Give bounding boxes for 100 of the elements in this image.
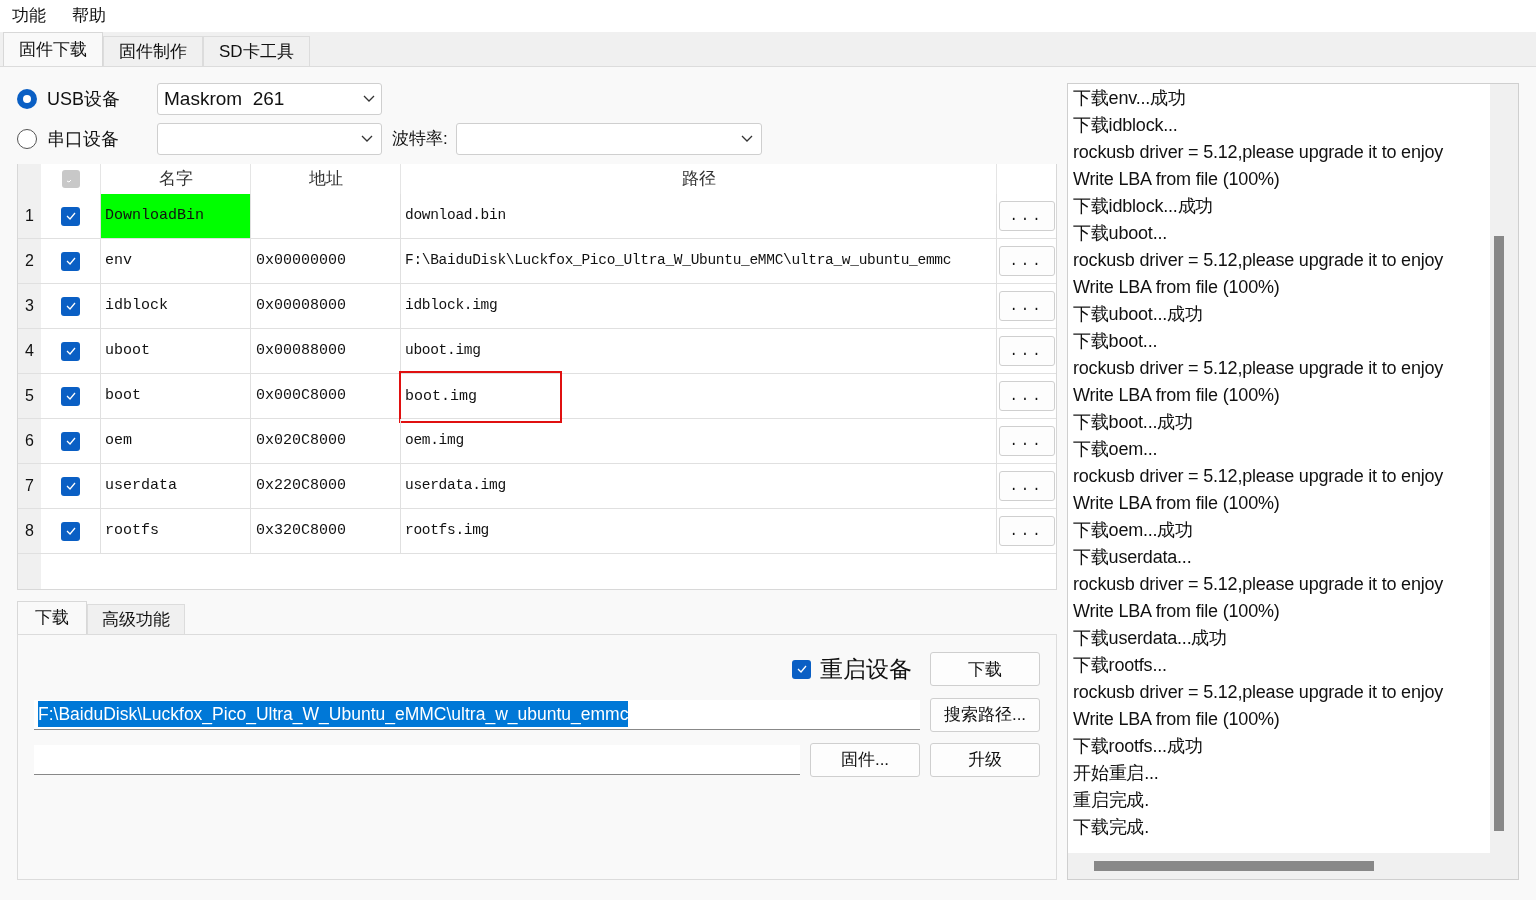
log-line: rockusb driver = 5.12,please upgrade it to enjoy	[1073, 141, 1445, 164]
row-number: 7	[18, 464, 41, 508]
checkmark-icon	[65, 527, 76, 535]
scrollbar-thumb[interactable]	[1094, 861, 1374, 871]
checkbox[interactable]	[61, 386, 80, 406]
baud-rate-label: 波特率:	[392, 128, 448, 151]
log-line: rockusb driver = 5.12,please upgrade it to enjoy	[1073, 465, 1445, 488]
row-number: 6	[18, 419, 41, 463]
row-number: 1	[18, 194, 41, 238]
checkbox[interactable]	[61, 206, 80, 226]
table-cell: 0x00000000	[251, 239, 401, 283]
chevron-down-icon	[361, 135, 373, 143]
browse-button[interactable]: ...	[998, 201, 1055, 231]
checkbox[interactable]	[61, 170, 80, 188]
column-header: 路径	[401, 164, 997, 194]
radio-button[interactable]	[17, 89, 37, 109]
browse-button[interactable]: ...	[998, 246, 1055, 276]
row-number: 3	[18, 284, 41, 328]
tab[interactable]: 固件制作	[103, 36, 203, 66]
table-cell-text: download.bin	[405, 206, 506, 226]
table-cell-text: uboot.img	[405, 341, 481, 361]
table-cell-text: userdata.img	[405, 476, 506, 496]
table-cell: 0x020C8000	[251, 419, 401, 463]
browse-button[interactable]: ...	[998, 381, 1055, 411]
log-line: 下载boot...	[1073, 330, 1159, 353]
table-cell: 0x000C8000	[251, 374, 401, 418]
log-line: rockusb driver = 5.12,please upgrade it to enjoy	[1073, 357, 1445, 380]
table-cell-text: idblock.img	[405, 296, 498, 316]
checkbox-label: 重启设备	[820, 655, 912, 684]
table-cell: rootfs	[101, 509, 251, 553]
log-line: 下载idblock...成功	[1073, 195, 1215, 218]
checkmark-icon	[796, 665, 807, 674]
log-line: Write LBA from file (100%)	[1073, 600, 1281, 623]
table-cell: DownloadBin	[101, 194, 251, 238]
log-line: Write LBA from file (100%)	[1073, 492, 1281, 515]
checkmark-icon	[65, 212, 76, 220]
log-line: 下载oem...成功	[1073, 519, 1195, 542]
firmware-button[interactable]: 固件...	[810, 742, 920, 777]
checkbox[interactable]	[61, 251, 80, 271]
table-cell: userdata	[101, 464, 251, 508]
table-cell: 0x00008000	[251, 284, 401, 328]
menu-item[interactable]: 帮助	[72, 3, 106, 29]
log-line: rockusb driver = 5.12,please upgrade it to enjoy	[1073, 573, 1445, 596]
browse-button[interactable]: ...	[998, 336, 1055, 366]
checkbox[interactable]	[61, 521, 80, 541]
browse-button[interactable]: ...	[998, 291, 1055, 321]
tab[interactable]: 高级功能	[87, 604, 185, 634]
checkbox[interactable]	[61, 431, 80, 451]
row-number: 4	[18, 329, 41, 373]
log-line: Write LBA from file (100%)	[1073, 384, 1281, 407]
radio-label: 串口设备	[47, 127, 120, 151]
tab[interactable]: SD卡工具	[203, 36, 310, 66]
menu-item[interactable]: 功能	[12, 3, 46, 29]
table-cell-text: rootfs.img	[405, 521, 489, 541]
table-cell: 0x220C8000	[251, 464, 401, 508]
table-cell: 0x00088000	[251, 329, 401, 373]
log-line: 下载完成.	[1073, 816, 1150, 839]
table-cell: boot.img	[399, 371, 562, 423]
log-line: 下载rootfs...成功	[1073, 735, 1204, 758]
upgrade-button[interactable]: 升级	[930, 742, 1040, 777]
chevron-down-icon	[740, 135, 753, 143]
radio-button[interactable]	[17, 129, 37, 149]
table-cell: idblock	[101, 284, 251, 328]
table-cell: uboot	[101, 329, 251, 373]
checkbox[interactable]	[61, 341, 80, 361]
checkmark-icon	[65, 482, 76, 490]
log-line: Write LBA from file (100%)	[1073, 168, 1281, 191]
table-cell: boot	[101, 374, 251, 418]
log-line: 下载userdata...成功	[1073, 627, 1229, 650]
log-line: rockusb driver = 5.12,please upgrade it to enjoy	[1073, 681, 1445, 704]
tab[interactable]: 下载	[17, 601, 87, 634]
log-line: 下载env...成功	[1073, 87, 1187, 110]
log-line: rockusb driver = 5.12,please upgrade it to enjoy	[1073, 249, 1445, 272]
table-cell-text: F:\BaiduDisk\Luckfox_Pico_Ultra_W_Ubuntu_eMMC\ultra_w_ubuntu_emmc	[405, 251, 952, 271]
browse-button[interactable]: ...	[998, 426, 1055, 456]
checkmark-icon	[65, 257, 76, 265]
table-cell: oem	[101, 419, 251, 463]
row-number: 8	[18, 509, 41, 553]
checkbox[interactable]	[61, 296, 80, 316]
log-line: 下载oem...	[1073, 438, 1159, 461]
radio-label: USB设备	[47, 87, 121, 111]
column-header: 地址	[251, 164, 401, 194]
scrollbar-thumb[interactable]	[1494, 236, 1504, 831]
firmware-path-field[interactable]	[34, 744, 800, 775]
log-line: 下载rootfs...	[1073, 654, 1168, 677]
checkbox[interactable]	[792, 659, 811, 679]
log-line: 下载idblock...	[1073, 114, 1179, 137]
table-cell: env	[101, 239, 251, 283]
download-button[interactable]: 下载	[930, 652, 1040, 687]
checkmark-icon	[65, 392, 76, 400]
search-path-button[interactable]: 搜索路径...	[930, 697, 1040, 732]
path-field[interactable]: F:\BaiduDisk\Luckfox_Pico_Ultra_W_Ubuntu_eMMC\ultra_w_ubuntu_emmc	[34, 699, 920, 730]
checkbox[interactable]	[61, 476, 80, 496]
log-line: 下载uboot...成功	[1073, 303, 1204, 326]
browse-button[interactable]: ...	[998, 516, 1055, 546]
log-line: Write LBA from file (100%)	[1073, 276, 1281, 299]
browse-button[interactable]: ...	[998, 471, 1055, 501]
chevron-down-icon	[363, 95, 375, 103]
device-dropdown[interactable]: Maskrom 261	[157, 83, 382, 115]
tab[interactable]: 固件下载	[3, 32, 103, 66]
